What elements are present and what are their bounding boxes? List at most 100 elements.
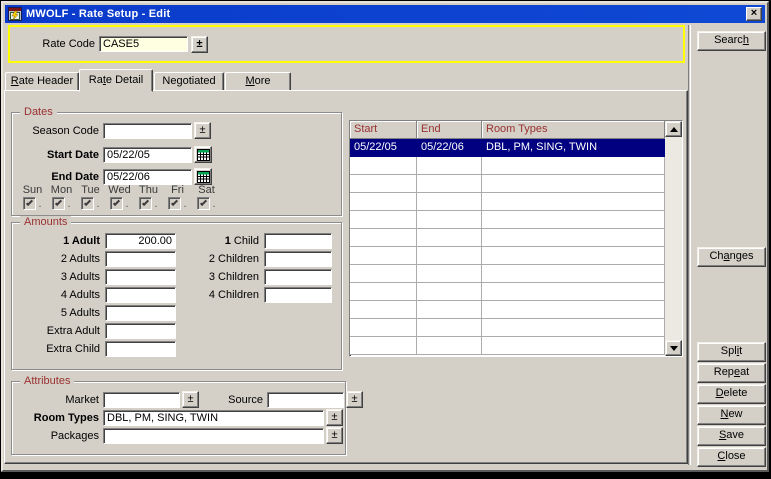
amount-row: 4 Children (159, 287, 332, 302)
amount-label: 2 Adults (14, 253, 100, 265)
rate-detail-panel: Dates Season Code ± Start Date (4, 90, 688, 464)
end-date-calendar-button[interactable] (194, 168, 212, 185)
amount-label: 3 Adults (14, 271, 100, 283)
rate-code-input[interactable] (99, 36, 188, 52)
grid-row[interactable] (350, 193, 665, 211)
tab-rate-detail[interactable]: Rate Detail (79, 69, 153, 92)
amount-input[interactable] (105, 323, 176, 339)
day-label: Thu (134, 184, 163, 196)
scroll-up-button[interactable] (665, 121, 682, 137)
amount-row: 1 Adult (14, 233, 176, 248)
search-button[interactable]: Search (697, 31, 766, 51)
lov-list-icon: ± (187, 393, 193, 405)
day-label: Sat (192, 184, 221, 196)
grid-row[interactable]: 05/22/0505/22/06DBL, PM, SING, TWIN (350, 139, 665, 157)
day-checkbox[interactable] (110, 197, 123, 210)
packages-lov-button[interactable]: ± (326, 427, 343, 444)
split-button[interactable]: Split (697, 342, 766, 362)
amount-input[interactable] (105, 341, 176, 357)
grid-column-end: End (417, 121, 482, 139)
rate-detail-grid: Start End Room Types 05/22/0505/22/06DBL… (349, 120, 683, 357)
calendar-icon (197, 149, 210, 161)
amount-input[interactable] (264, 251, 332, 267)
room-types-lov-button[interactable]: ± (326, 409, 343, 426)
grid-cell (482, 319, 665, 337)
close-button[interactable]: × (746, 7, 762, 21)
source-input[interactable] (267, 392, 344, 408)
grid-cell (417, 337, 482, 355)
amount-label: 1 Adult (14, 235, 100, 247)
grid-row[interactable] (350, 247, 665, 265)
grid-cell: 05/22/05 (350, 139, 417, 157)
scroll-down-button[interactable] (665, 340, 682, 356)
amount-input[interactable] (264, 287, 332, 303)
amount-row: 1 Child (159, 233, 332, 248)
rate-code-lov-button[interactable]: ± (191, 36, 208, 53)
tab-negotiated[interactable]: Negotiated (154, 72, 224, 91)
start-date-input[interactable] (103, 147, 192, 163)
lov-list-icon: ± (196, 38, 202, 50)
grid-cell (482, 283, 665, 301)
amounts-group-label: Amounts (20, 216, 71, 228)
grid-cell (482, 157, 665, 175)
grid-row[interactable] (350, 265, 665, 283)
grid-row[interactable] (350, 157, 665, 175)
grid-cell (350, 337, 417, 355)
day-checkbox[interactable] (197, 197, 210, 210)
day-checkbox[interactable] (139, 197, 152, 210)
rate-grid-header: Start End Room Types (350, 121, 665, 139)
scroll-up-icon (670, 127, 678, 132)
check-icon (200, 199, 207, 206)
grid-row[interactable] (350, 301, 665, 319)
lov-list-icon: ± (331, 411, 337, 423)
amount-row: Extra Adult (14, 323, 176, 338)
amount-input[interactable] (264, 269, 332, 285)
grid-row[interactable] (350, 319, 665, 337)
check-icon (55, 199, 62, 206)
new-button[interactable]: New (697, 405, 766, 425)
day-checkbox[interactable] (23, 197, 36, 210)
source-lov-button[interactable]: ± (346, 391, 363, 408)
grid-row[interactable] (350, 229, 665, 247)
market-input[interactable] (103, 392, 180, 408)
tab-more[interactable]: More (225, 72, 291, 91)
grid-scrollbar[interactable] (665, 121, 682, 356)
tab-rate-header[interactable]: Rate Header (5, 72, 79, 91)
room-types-input[interactable] (103, 410, 324, 426)
grid-cell (417, 283, 482, 301)
repeat-button[interactable]: Repeat (697, 363, 766, 383)
season-code-label: Season Code (14, 125, 99, 137)
amount-input[interactable] (105, 305, 176, 321)
scrollbar-track[interactable] (665, 137, 682, 340)
day-checkbox[interactable] (52, 197, 65, 210)
grid-cell (482, 301, 665, 319)
grid-cell (482, 175, 665, 193)
grid-cell (417, 157, 482, 175)
end-date-input[interactable] (103, 169, 192, 185)
packages-input[interactable] (103, 428, 324, 444)
rate-code-canvas: Rate Code ± (8, 25, 685, 63)
grid-row[interactable] (350, 175, 665, 193)
room-types-label: Room Types (14, 412, 99, 424)
delete-button[interactable]: Delete (697, 384, 766, 404)
start-date-calendar-button[interactable] (194, 146, 212, 163)
title-bar[interactable]: MWOLF - Rate Setup - Edit × (5, 5, 765, 23)
day-checkbox[interactable] (168, 197, 181, 210)
season-code-lov-button[interactable]: ± (194, 122, 211, 139)
grid-row[interactable] (350, 283, 665, 301)
season-code-input[interactable] (103, 123, 192, 139)
amount-label: 5 Adults (14, 307, 100, 319)
grid-cell (482, 211, 665, 229)
grid-cell (417, 319, 482, 337)
changes-button[interactable]: Changes (697, 247, 766, 267)
grid-row[interactable] (350, 211, 665, 229)
grid-cell (417, 265, 482, 283)
grid-row[interactable] (350, 337, 665, 355)
day-checkbox[interactable] (81, 197, 94, 210)
save-button[interactable]: Save (697, 426, 766, 446)
amount-label: 3 Children (159, 271, 259, 283)
market-lov-button[interactable]: ± (182, 391, 199, 408)
amount-input[interactable] (264, 233, 332, 249)
close-window-button[interactable]: Close (697, 447, 766, 467)
grid-cell (350, 229, 417, 247)
